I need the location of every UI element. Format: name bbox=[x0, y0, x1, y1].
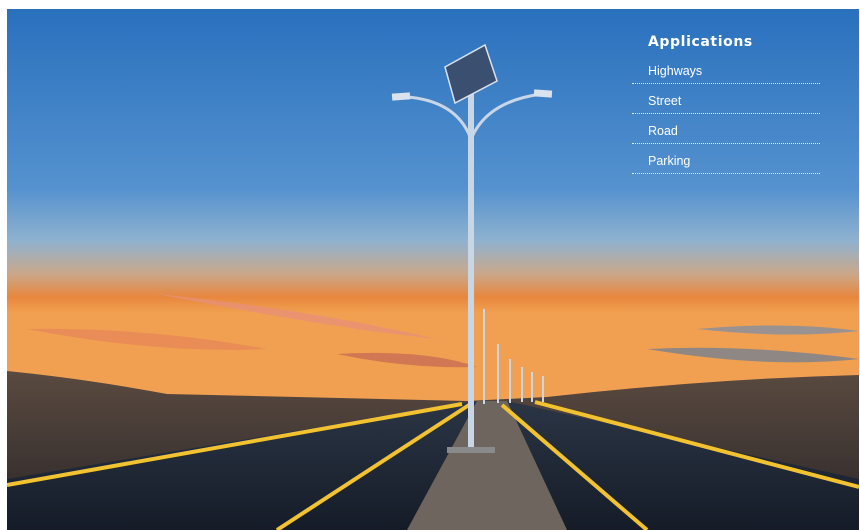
applications-list: Highways Street Road Parking bbox=[632, 64, 820, 174]
application-item-road: Road bbox=[632, 124, 820, 144]
applications-panel: Applications Highways Street Road Parkin… bbox=[632, 34, 820, 184]
applications-title: Applications bbox=[648, 34, 753, 50]
application-item-parking: Parking bbox=[632, 154, 820, 174]
application-item-highways: Highways bbox=[632, 64, 820, 84]
application-item-street: Street bbox=[632, 94, 820, 114]
